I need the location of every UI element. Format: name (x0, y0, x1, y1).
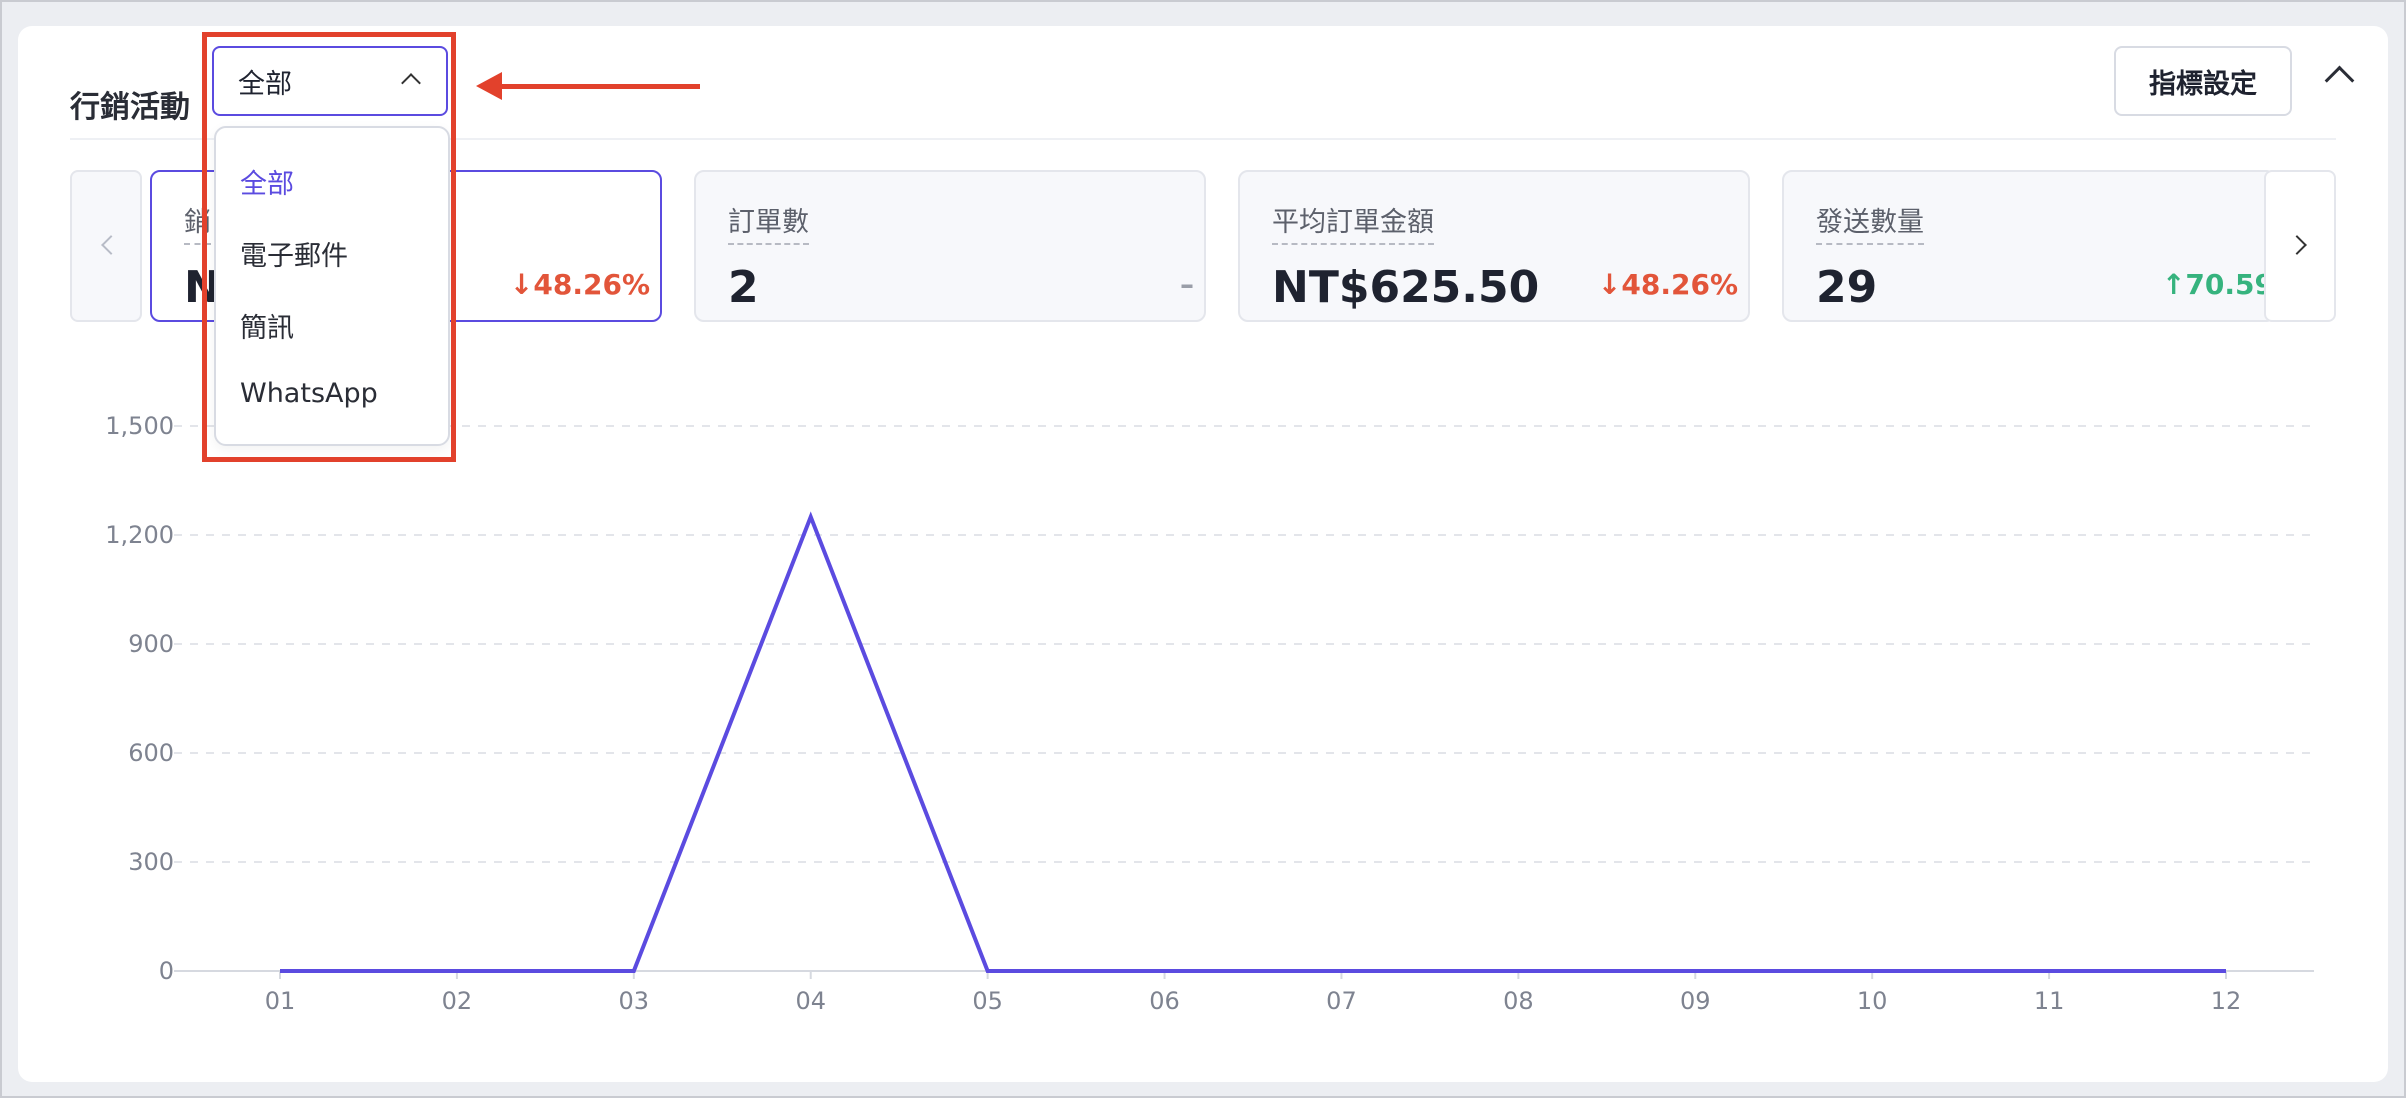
dropdown-option-email[interactable]: 電子郵件 (240, 234, 348, 273)
x-tick-label: 01 (265, 987, 296, 1015)
x-tick-label: 10 (1857, 987, 1888, 1015)
annotation-arrow-shaft (496, 84, 700, 89)
y-tick-label: 300 (128, 848, 174, 876)
kpi-label: 銷 (184, 200, 211, 245)
y-tick-label: 1,200 (105, 521, 174, 549)
annotation-arrow-icon (476, 72, 502, 100)
marketing-card: 行銷活動 指標設定 銷 N ↓48.26% 訂單數 2 – 平均訂單金額 NT$… (18, 26, 2388, 1082)
kpi-change: – (1180, 268, 1194, 301)
arrow-down-icon: ↓ (509, 268, 534, 301)
series-line (280, 511, 2226, 973)
kpi-label: 發送數量 (1816, 200, 1924, 245)
dropdown-option-whatsapp[interactable]: WhatsApp (240, 378, 378, 409)
x-tick-label: 12 (2211, 987, 2242, 1015)
line-chart: 0 300 600 900 1,200 1,500 01 02 03 04 05 06 07 08 09 10… (105, 412, 2314, 1015)
channel-dropdown-menu: 全部 電子郵件 簡訊 WhatsApp (214, 126, 450, 446)
kpi-change-value: 70.59 (2185, 268, 2274, 301)
section-title: 行銷活動 (70, 90, 190, 125)
kpi-card-sent[interactable]: 發送數量 29 ↑70.59 (1782, 170, 2276, 322)
kpi-value: 2 (728, 262, 759, 313)
x-tick-label: 02 (442, 987, 473, 1015)
kpi-card-avg-order[interactable]: 平均訂單金額 NT$625.50 ↓48.26% (1238, 170, 1750, 322)
x-tick-label: 03 (619, 987, 650, 1015)
metric-settings-button[interactable]: 指標設定 (2114, 46, 2292, 116)
arrow-down-icon: ↓ (1597, 268, 1622, 301)
chevron-left-icon (101, 235, 121, 255)
kpi-label: 訂單數 (728, 200, 809, 245)
y-tick-label: 900 (128, 630, 174, 658)
chevron-right-icon (2287, 235, 2307, 255)
kpi-change: ↓48.26% (510, 268, 650, 301)
kpi-label: 平均訂單金額 (1272, 200, 1434, 245)
y-tick-label: 600 (128, 739, 174, 767)
x-tick-label: 04 (795, 987, 826, 1015)
x-tick-label: 08 (1503, 987, 1534, 1015)
kpi-change: ↓48.26% (1598, 268, 1738, 301)
kpi-value: NT$625.50 (1272, 262, 1540, 313)
dropdown-option-all[interactable]: 全部 (240, 162, 294, 201)
y-tick-label: 0 (159, 957, 174, 985)
x-tick-label: 05 (972, 987, 1003, 1015)
kpi-change-value: 48.26% (533, 268, 650, 301)
arrow-up-icon: ↑ (2161, 268, 2186, 301)
window-frame: 行銷活動 指標設定 銷 N ↓48.26% 訂單數 2 – 平均訂單金額 NT$… (0, 0, 2406, 1098)
x-tick-label: 11 (2034, 987, 2065, 1015)
chevron-up-icon[interactable] (2324, 65, 2355, 96)
kpi-card-orders[interactable]: 訂單數 2 – (694, 170, 1206, 322)
x-tick-label: 07 (1326, 987, 1357, 1015)
kpi-change: ↑70.59 (2162, 268, 2274, 301)
kpi-change-value: 48.26% (1621, 268, 1738, 301)
kpi-value: 29 (1816, 262, 1878, 313)
dropdown-option-sms[interactable]: 簡訊 (240, 306, 294, 345)
channel-select[interactable]: 全部 (212, 46, 448, 116)
chevron-up-icon (401, 73, 421, 93)
x-tick-label: 09 (1680, 987, 1711, 1015)
y-tick-label: 1,500 (105, 412, 174, 440)
carousel-prev-button[interactable] (70, 170, 142, 322)
carousel-next-button[interactable] (2264, 170, 2336, 322)
channel-select-value: 全部 (238, 68, 292, 100)
x-tick-label: 06 (1149, 987, 1180, 1015)
